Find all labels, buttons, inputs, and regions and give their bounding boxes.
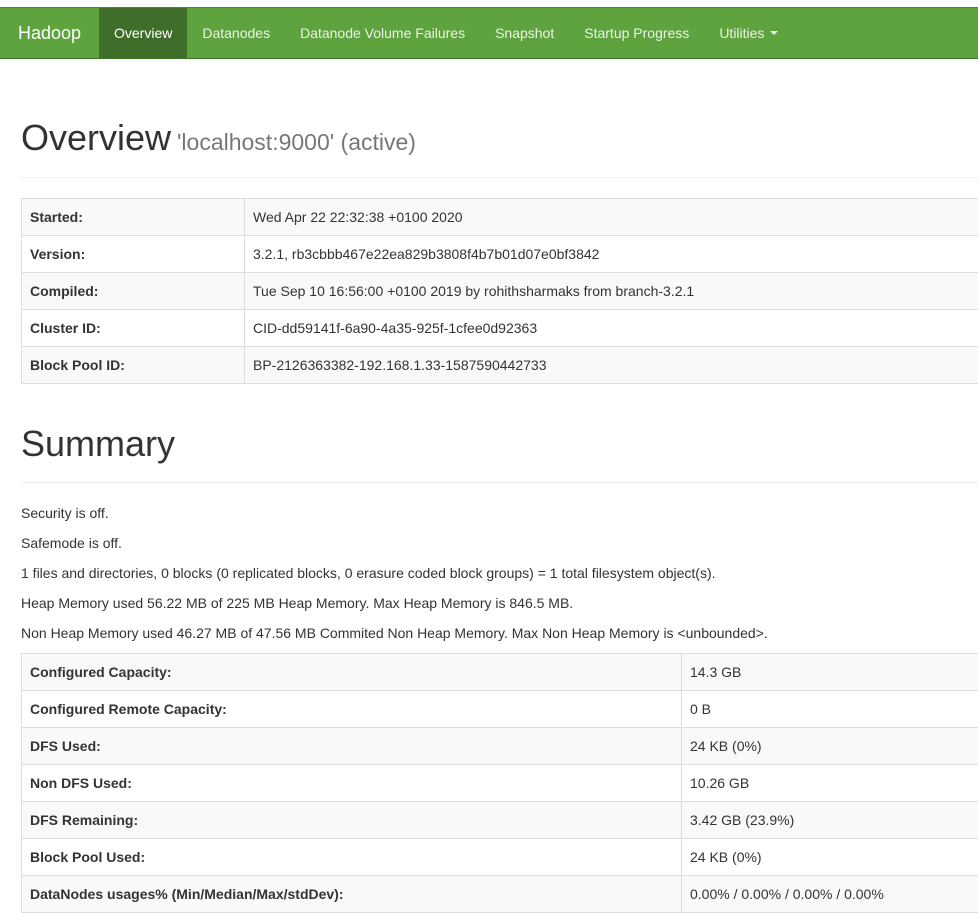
table-row: Non DFS Used: 10.26 GB [21,764,978,802]
row-value: 3.2.1, rb3cbbb467e22ea829b3808f4b7b01d07… [244,235,978,273]
summary-text: Security is off. Safemode is off. 1 file… [21,504,971,654]
nav-datanode-volume-failures[interactable]: Datanode Volume Failures [285,8,480,58]
security-status: Security is off. [21,505,109,521]
overview-header: Overview'localhost:9000' (active) [21,112,978,178]
row-key: Configured Remote Capacity: [21,690,682,728]
row-value: Wed Apr 22 22:32:38 +0100 2020 [244,198,978,236]
nav-snapshot-label: Snapshot [495,25,555,41]
nav-overview-label: Overview [114,25,173,41]
row-value: 24 KB (0%) [681,727,978,765]
row-value: 14.3 GB [681,653,978,691]
row-value: 24 KB (0%) [681,838,978,876]
overview-table: Started: Wed Apr 22 22:32:38 +0100 2020 V… [21,198,978,384]
row-value: Tue Sep 10 16:56:00 +0100 2019 by rohith… [244,272,978,310]
overview-subtitle: 'localhost:9000' (active) [177,129,416,155]
nav-startup-progress[interactable]: Startup Progress [569,8,704,58]
safemode-status: Safemode is off. [21,535,122,551]
table-row: Compiled: Tue Sep 10 16:56:00 +0100 2019 … [21,272,978,310]
filesystem-objects: 1 files and directories, 0 blocks (0 rep… [21,565,716,581]
table-row: Configured Capacity: 14.3 GB [21,653,978,691]
non-heap-memory: Non Heap Memory used 46.27 MB of 47.56 M… [21,625,768,641]
table-row: Version: 3.2.1, rb3cbbb467e22ea829b3808f4… [21,235,978,273]
row-value: BP-2126363382-192.168.1.33-1587590442733 [244,346,978,384]
summary-header: Summary [21,418,978,483]
summary-title: Summary [21,423,176,464]
row-key: Started: [21,198,245,236]
row-key: Non DFS Used: [21,764,682,802]
row-key: DataNodes usages% (Min/Median/Max/stdDev… [21,875,682,913]
nav-utilities-label: Utilities [719,25,765,41]
table-row: DataNodes usages% (Min/Median/Max/stdDev… [21,875,978,913]
overview-heading: Overview'localhost:9000' (active) [21,112,978,168]
row-key: Version: [21,235,245,273]
row-value: CID-dd59141f-6a90-4a35-925f-1cfee0d92363 [244,309,978,347]
nav-snapshot[interactable]: Snapshot [480,8,569,58]
nav-datanodes-label: Datanodes [202,25,271,41]
overview-title: Overview [21,117,172,158]
row-key: Compiled: [21,272,245,310]
nav-overview[interactable]: Overview [99,8,188,58]
table-row: Block Pool ID: BP-2126363382-192.168.1.33… [21,346,978,384]
nav-datanodes[interactable]: Datanodes [187,8,285,58]
row-key: Block Pool Used: [21,838,682,876]
row-key: Configured Capacity: [21,653,682,691]
row-value: 3.42 GB (23.9%) [681,801,978,839]
nav-volume-failures-label: Datanode Volume Failures [300,25,466,41]
table-row: DFS Remaining: 3.42 GB (23.9%) [21,801,978,839]
row-key: DFS Remaining: [21,801,682,839]
summary-table: Configured Capacity: 14.3 GB Configured R… [21,653,978,913]
brand-logo[interactable]: Hadoop [0,8,99,58]
table-row: Cluster ID: CID-dd59141f-6a90-4a35-925f-1… [21,309,978,347]
heap-memory: Heap Memory used 56.22 MB of 225 MB Heap… [21,595,574,611]
row-value: 0 B [681,690,978,728]
table-row: Started: Wed Apr 22 22:32:38 +0100 2020 [21,198,978,236]
row-key: DFS Used: [21,727,682,765]
row-value: 10.26 GB [681,764,978,802]
table-row: DFS Used: 24 KB (0%) [21,727,978,765]
row-key: Block Pool ID: [21,346,245,384]
nav-startup-progress-label: Startup Progress [584,25,690,41]
table-row: Configured Remote Capacity: 0 B [21,690,978,728]
top-navbar: Hadoop Overview Datanodes Datanode Volum… [0,7,978,59]
nav-utilities-dropdown[interactable]: Utilities [704,8,793,58]
row-value: 0.00% / 0.00% / 0.00% / 0.00% [681,875,978,913]
table-row: Block Pool Used: 24 KB (0%) [21,838,978,876]
row-key: Cluster ID: [21,309,245,347]
caret-down-icon [770,31,779,35]
